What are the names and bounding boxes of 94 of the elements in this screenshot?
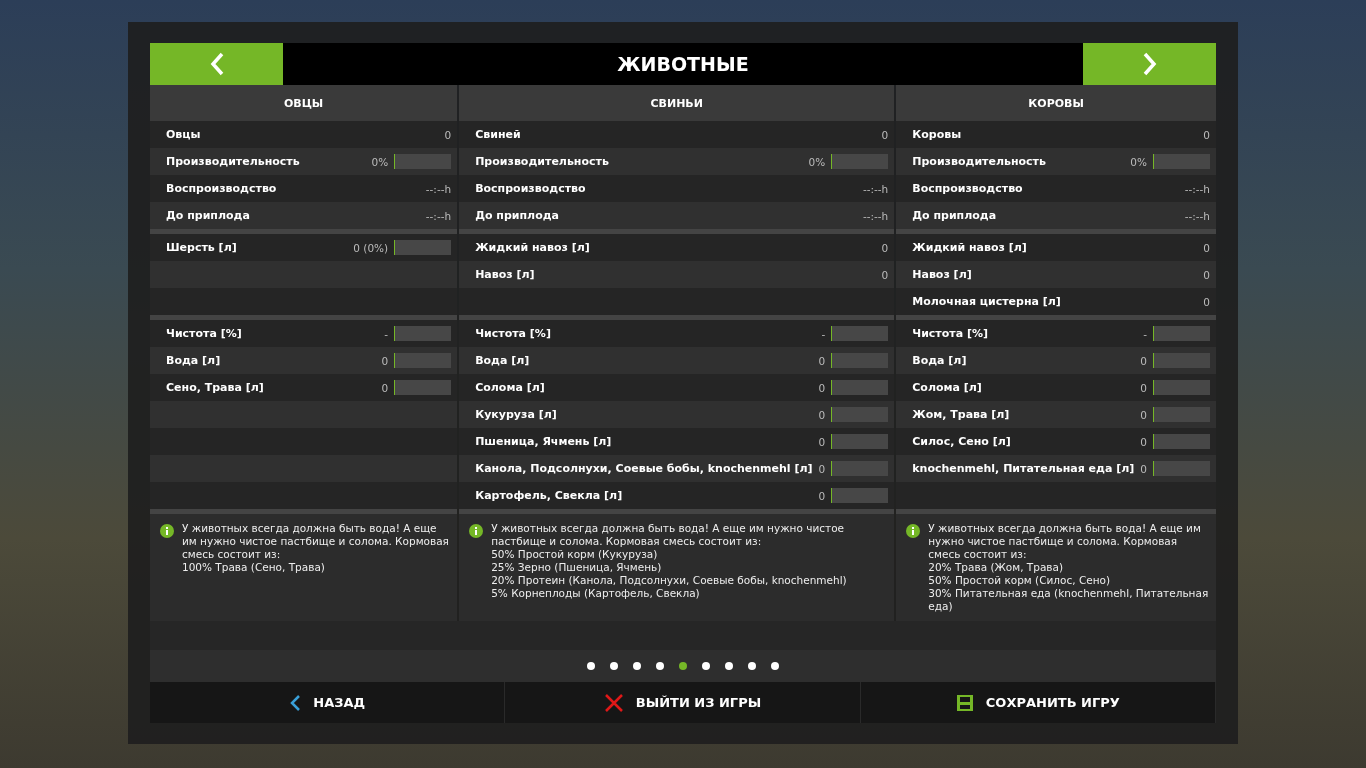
stat-value: 0 xyxy=(818,462,826,475)
info-text: У животных всегда должна быть вода! А еще им нужно чистое пастбище и солома. Кормовая смесь состоит из: 50% Простой корм (Кукуруза) 25% Зерно (Пшеница, Ячмень) 20% Протеин (Канола, Подсолнухи, Соевые бобы, knochenmehl) 5% Корнеплоды (Картофель, Свекла) xyxy=(491,522,848,601)
info-text: У животных всегда должна быть вода! А еще им нужно чистое пастбище и солома. Кормовая смесь состоит из: 20% Трава (Жом, Трава) 50% Простой корм (Силос, Сено) 30% Питательная еда (knochenmehl, Питательная еда) xyxy=(928,522,1210,614)
stat-value: 0 xyxy=(818,408,826,421)
stat-value: 0 xyxy=(444,128,452,141)
stat-value: - xyxy=(384,327,389,340)
stat-label: Воспроизводство xyxy=(166,182,278,195)
stat-label: Картофель, Свекла [л] xyxy=(475,489,624,502)
stat-label: До приплода xyxy=(912,209,998,222)
stat-label: Навоз [л] xyxy=(475,268,536,281)
info-text: У животных всегда должна быть вода! А еще им нужно чистое пастбище и солома. Кормовая смесь состоит из: 100% Трава (Сено, Трава) xyxy=(182,522,450,575)
stat-value: 0 xyxy=(1203,268,1210,281)
stat-label: Кукуруза [л] xyxy=(475,408,558,421)
action-button[interactable]: ВЫЙТИ ИЗ ИГРЫ xyxy=(505,682,861,723)
stat-value: - xyxy=(821,327,826,340)
stat-label: Шерсть [л] xyxy=(166,241,238,254)
page-dot[interactable] xyxy=(771,662,779,670)
stat-label: До приплода xyxy=(475,209,561,222)
info-icon xyxy=(160,524,174,538)
stat-label: Чистота [%] xyxy=(475,327,552,340)
stat-label: Чистота [%] xyxy=(166,327,243,340)
stat-value: 0 xyxy=(1203,128,1210,141)
info-icon xyxy=(469,524,484,538)
stat-label: Вода [л] xyxy=(475,354,531,367)
stat-value: --:--h xyxy=(425,182,452,195)
stat-label: Чистота [%] xyxy=(912,327,989,340)
stat-label: Овцы xyxy=(166,128,202,141)
chevron-right-icon xyxy=(1141,52,1158,76)
stat-value: 0 xyxy=(1140,408,1147,421)
stat-value: 0 xyxy=(881,268,889,281)
stat-label: Пшеница, Ячмень [л] xyxy=(475,435,613,448)
stat-label: Производительность xyxy=(475,155,610,168)
stat-value: 0 xyxy=(818,435,826,448)
stat-value: 0 xyxy=(381,354,389,367)
stat-label: До приплода xyxy=(166,209,251,222)
stat-value: 0 xyxy=(1203,295,1210,308)
stat-label: Сено, Трава [л] xyxy=(166,381,265,394)
stat-value: 0 (0%) xyxy=(353,241,389,254)
stat-label: Свиней xyxy=(475,128,522,141)
stat-label: Молочная цистерна [л] xyxy=(912,295,1062,308)
stat-label: Навоз [л] xyxy=(912,268,973,281)
action-button[interactable]: СОХРАНИТЬ ИГРУ xyxy=(860,682,1216,723)
page-dot[interactable] xyxy=(610,662,618,670)
stat-value: 0% xyxy=(371,155,389,168)
column-heading: СВИНЬИ xyxy=(459,85,895,121)
page-dot[interactable] xyxy=(656,662,664,670)
stat-value: --:--h xyxy=(1184,209,1210,222)
stat-label: Силос, Сено [л] xyxy=(912,435,1012,448)
stat-label: Вода [л] xyxy=(166,354,222,367)
page-dot[interactable] xyxy=(725,662,733,670)
page-title: ЖИВОТНЫЕ xyxy=(616,53,750,75)
stat-label: Канола, Подсолнухи, Соевые бобы, knochenmehl [л] xyxy=(475,462,813,475)
stat-value: 0 xyxy=(818,381,826,394)
page-dot[interactable] xyxy=(702,662,710,670)
stat-value: --:--h xyxy=(1184,182,1210,195)
stat-value: 0% xyxy=(1130,155,1147,168)
stat-label: Солома [л] xyxy=(475,381,546,394)
stat-label: Жидкий навоз [л] xyxy=(912,241,1028,254)
stat-label: Производительность xyxy=(912,155,1047,168)
column-heading: КОРОВЫ xyxy=(896,85,1216,121)
stat-label: Производительность xyxy=(166,155,301,168)
close-icon xyxy=(603,692,624,713)
stat-label: Воспроизводство xyxy=(912,182,1024,195)
stat-label: Жом, Трава [л] xyxy=(912,408,1011,421)
stat-value: 0 xyxy=(1140,435,1147,448)
stat-value: 0 xyxy=(1140,381,1147,394)
save-icon xyxy=(955,693,974,712)
stat-value: 0 xyxy=(1140,354,1147,367)
stat-value: 0% xyxy=(808,155,826,168)
stat-label: Жидкий навоз [л] xyxy=(475,241,591,254)
stat-value: --:--h xyxy=(425,209,452,222)
page-dot[interactable] xyxy=(679,662,687,670)
stat-label: Воспроизводство xyxy=(475,182,587,195)
page-dot[interactable] xyxy=(587,662,595,670)
stat-label: Коровы xyxy=(912,128,963,141)
chevron-left-icon xyxy=(208,52,225,76)
stat-value: - xyxy=(1143,327,1147,340)
stat-value: 0 xyxy=(881,128,889,141)
stat-value: --:--h xyxy=(862,209,889,222)
stat-label: Солома [л] xyxy=(912,381,983,394)
stat-value: 0 xyxy=(381,381,389,394)
page-dot[interactable] xyxy=(748,662,756,670)
stat-value: 0 xyxy=(1203,241,1210,254)
stat-value: --:--h xyxy=(862,182,889,195)
column-heading: ОВЦЫ xyxy=(150,85,458,121)
stat-value: 0 xyxy=(818,354,826,367)
stat-value: 0 xyxy=(881,241,889,254)
page-dot[interactable] xyxy=(633,662,641,670)
stat-label: knochenmehl, Питательная еда [л] xyxy=(912,462,1135,475)
info-icon xyxy=(906,524,921,538)
stat-label: Вода [л] xyxy=(912,354,968,367)
stat-value: 0 xyxy=(1140,462,1147,475)
action-button[interactable]: НАЗАД xyxy=(150,682,506,723)
stat-value: 0 xyxy=(818,489,826,502)
